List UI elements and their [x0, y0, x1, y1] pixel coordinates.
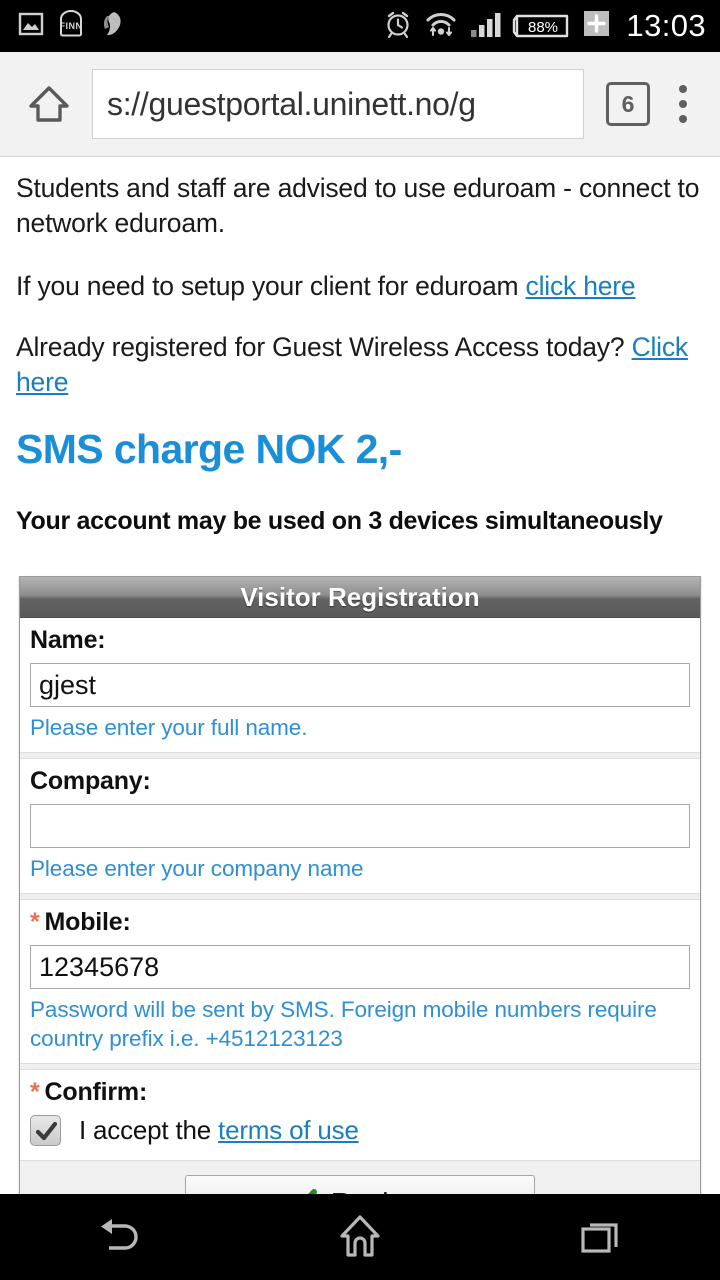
tab-count-label: 6	[622, 91, 635, 118]
name-label: Name:	[30, 626, 690, 655]
recents-icon	[575, 1214, 625, 1260]
mobile-input[interactable]	[30, 945, 690, 989]
devices-note: Your account may be used on 3 devices si…	[16, 507, 704, 536]
phone-screen: FINN	[0, 0, 720, 1280]
field-group-name: Name: Please enter your full name.	[20, 618, 700, 752]
status-clock: 13:03	[626, 8, 706, 44]
paragraph-text: Students and staff are advised to use ed…	[16, 173, 699, 238]
nav-home-button[interactable]	[240, 1211, 480, 1263]
name-hint: Please enter your full name.	[30, 713, 690, 742]
accept-terms-text: I accept the terms of use	[79, 1115, 359, 1146]
mobile-label: *Mobile:	[30, 908, 690, 937]
system-status-icons: 88% 13:03	[383, 8, 706, 44]
signal-bars-icon	[469, 10, 501, 43]
form-title: Visitor Registration	[20, 577, 700, 618]
url-text: s://guestportal.uninett.no/g	[93, 86, 476, 123]
mobile-label-text: Mobile:	[45, 908, 131, 936]
confirm-label: *Confirm:	[30, 1078, 690, 1107]
wifi-icon	[424, 9, 458, 44]
gallery-icon	[18, 11, 44, 42]
required-asterisk: *	[30, 1078, 40, 1106]
terms-row: I accept the terms of use	[30, 1115, 690, 1150]
page-content: Students and staff are advised to use ed…	[0, 157, 720, 1280]
browser-toolbar: s://guestportal.uninett.no/g 6	[0, 52, 720, 157]
alarm-clock-icon	[383, 9, 413, 44]
battery-level-text: 88%	[528, 19, 558, 36]
finn-app-icon: FINN	[58, 10, 84, 43]
tab-count-button[interactable]: 6	[606, 82, 650, 126]
sms-charge-heading: SMS charge NOK 2,-	[16, 426, 704, 473]
battery-icon: 88%	[512, 11, 572, 41]
checkmark-icon	[31, 1116, 62, 1147]
field-divider	[20, 752, 700, 759]
url-bar[interactable]: s://guestportal.uninett.no/g	[92, 69, 584, 139]
confirm-label-text: Confirm:	[45, 1078, 148, 1106]
paragraph-text: Already registered for Guest Wireless Ac…	[16, 332, 632, 362]
paragraph-text: If you need to setup your client for edu…	[16, 271, 526, 301]
field-group-mobile: *Mobile: Password will be sent by SMS. F…	[20, 900, 700, 1063]
field-group-company: Company: Please enter your company name	[20, 759, 700, 893]
visitor-registration-form: Visitor Registration Name: Please enter …	[19, 576, 701, 1248]
nav-recents-button[interactable]	[480, 1214, 720, 1260]
required-asterisk: *	[30, 908, 40, 936]
paragraph-already-registered: Already registered for Guest Wireless Ac…	[16, 330, 704, 400]
notification-icons: FINN	[18, 10, 125, 43]
status-bar: FINN	[0, 0, 720, 52]
mobile-hint: Password will be sent by SMS. Foreign mo…	[30, 995, 690, 1053]
home-icon	[334, 1211, 386, 1263]
nav-back-button[interactable]	[0, 1214, 240, 1260]
paragraph-setup-client: If you need to setup your client for edu…	[16, 269, 704, 304]
menu-dot	[679, 85, 687, 93]
paragraph-eduroam-advice: Students and staff are advised to use ed…	[16, 171, 704, 241]
svg-text:FINN: FINN	[60, 21, 83, 31]
android-navigation-bar	[0, 1194, 720, 1280]
browser-home-button[interactable]	[14, 81, 84, 127]
field-divider	[20, 1063, 700, 1070]
menu-dot	[679, 115, 687, 123]
accept-terms-checkbox[interactable]	[30, 1115, 61, 1146]
accept-terms-prefix: I accept the	[79, 1115, 218, 1145]
terms-of-use-link[interactable]: terms of use	[218, 1115, 359, 1145]
overflow-menu-icon[interactable]	[660, 85, 706, 123]
name-input[interactable]	[30, 663, 690, 707]
setup-client-link[interactable]: click here	[526, 271, 636, 301]
field-group-confirm: *Confirm: I accept the terms of use	[20, 1070, 700, 1160]
company-input[interactable]	[30, 804, 690, 848]
company-label: Company:	[30, 767, 690, 796]
app-icon	[98, 10, 125, 43]
menu-dot	[679, 100, 687, 108]
company-hint: Please enter your company name	[30, 854, 690, 883]
plus-badge-icon	[583, 10, 610, 42]
home-icon	[26, 81, 72, 127]
field-divider	[20, 893, 700, 900]
back-icon	[93, 1214, 147, 1260]
